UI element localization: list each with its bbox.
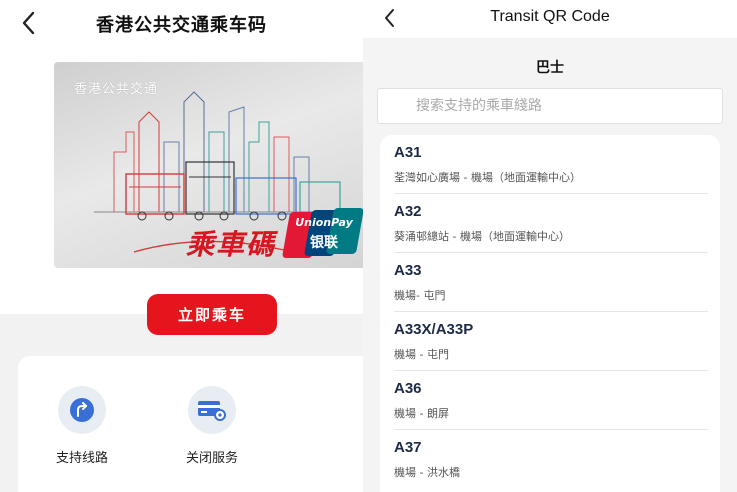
close-service-button[interactable]: 关闭服务 <box>172 386 252 466</box>
list-item[interactable]: A33X/A33P 機場 - 屯門 <box>394 312 708 371</box>
list-item[interactable]: A36 機場 - 朗屏 <box>394 371 708 430</box>
services-panel: 支持线路 关闭服务 <box>18 356 363 492</box>
route-icon-circle <box>58 386 106 434</box>
route-code: A33 <box>394 262 422 279</box>
list-item[interactable]: A33 機場- 屯門 <box>394 253 708 312</box>
unionpay-en-text: UnionPay <box>295 216 353 229</box>
route-desc: 荃灣如心廣場 - 機場（地面運輸中心） <box>394 171 581 184</box>
route-desc: 機場- 屯門 <box>394 289 446 302</box>
transit-card-image: 香港公共交通 乘車碼 UnionPay 银联 <box>54 62 363 268</box>
route-code: A32 <box>394 203 422 220</box>
unionpay-logo: UnionPay 银联 <box>281 208 363 260</box>
card-brand-text: 乘車碼 <box>186 228 277 261</box>
close-service-label: 关闭服务 <box>185 451 238 466</box>
right-page-title: Transit QR Code <box>490 8 610 25</box>
right-screen: Transit QR Code 巴士 搜索支持的乘車綫路 A31 荃灣如心廣場 … <box>363 0 737 492</box>
section-title: 巴士 <box>536 60 564 76</box>
ride-now-button[interactable]: 立即乘车 <box>147 294 277 335</box>
left-header: 香港公共交通乘车码 <box>0 0 363 46</box>
unionpay-cn-text: 银联 <box>310 235 338 251</box>
left-screen: 香港公共交通乘车码 香港公共交通 乘車碼 UnionPay 银联 立即乘车 支持… <box>0 0 363 492</box>
route-desc: 機場 - 朗屏 <box>394 407 449 420</box>
list-item[interactable]: A37 機場 - 洪水橋 <box>394 430 708 489</box>
list-item[interactable]: A31 荃灣如心廣場 - 機場（地面運輸中心） <box>394 135 708 194</box>
right-header: Transit QR Code <box>363 0 737 38</box>
route-code: A37 <box>394 439 422 456</box>
route-desc: 葵涌邨總站 - 機場（地面運輸中心） <box>394 230 570 243</box>
route-code: A33X/A33P <box>394 321 474 338</box>
supported-routes-button[interactable]: 支持线路 <box>42 386 122 466</box>
supported-routes-label: 支持线路 <box>55 451 108 466</box>
route-list: A31 荃灣如心廣場 - 機場（地面運輸中心） A32 葵涌邨總站 - 機場（地… <box>380 135 720 492</box>
route-desc: 機場 - 洪水橋 <box>394 466 460 479</box>
route-icon <box>70 398 94 422</box>
page-title: 香港公共交通乘车码 <box>96 15 267 36</box>
list-item[interactable]: A32 葵涌邨總站 - 機場（地面運輸中心） <box>394 194 708 253</box>
route-code: A36 <box>394 380 422 397</box>
card-settings-icon-circle <box>188 386 236 434</box>
route-code: A31 <box>394 144 422 161</box>
route-search-input[interactable]: 搜索支持的乘車綫路 <box>377 88 723 124</box>
card-issuer-text: 香港公共交通 <box>74 82 159 97</box>
route-desc: 機場 - 屯門 <box>394 348 449 361</box>
card-settings-icon <box>198 401 226 421</box>
